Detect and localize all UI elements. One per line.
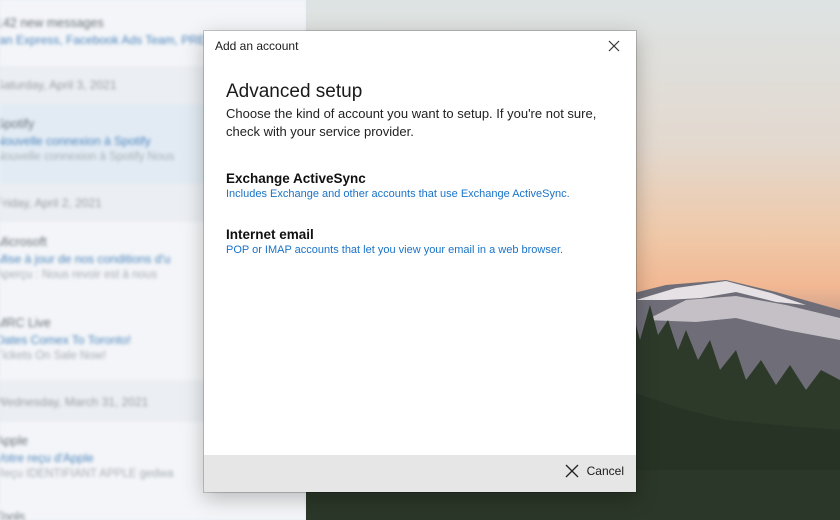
option-exchange-activesync[interactable]: Exchange ActiveSync Includes Exchange an… bbox=[226, 171, 570, 200]
mail-sender: 142 new messages bbox=[0, 16, 104, 30]
page-description: Choose the kind of account you want to s… bbox=[226, 106, 597, 139]
add-account-dialog: Add an account Advanced setup Choose the… bbox=[204, 31, 636, 492]
close-button[interactable] bbox=[602, 35, 626, 57]
date-header: Friday, April 2, 2021 bbox=[0, 196, 102, 210]
close-icon bbox=[565, 464, 579, 478]
cancel-button[interactable]: Cancel bbox=[565, 464, 624, 478]
date-header: Saturday, April 3, 2021 bbox=[0, 78, 117, 92]
option-title: Exchange ActiveSync bbox=[226, 171, 366, 186]
date-header: Wednesday, March 31, 2021 bbox=[0, 395, 149, 409]
dialog-footer: Cancel bbox=[204, 455, 636, 492]
list-item[interactable]: Tools bbox=[0, 510, 306, 520]
option-description: POP or IMAP accounts that let you view y… bbox=[226, 244, 564, 256]
close-icon bbox=[608, 40, 620, 52]
option-description: Includes Exchange and other accounts tha… bbox=[226, 188, 570, 200]
page-title: Advanced setup bbox=[226, 81, 363, 102]
cancel-label: Cancel bbox=[586, 464, 624, 478]
option-internet-email[interactable]: Internet email POP or IMAP accounts that… bbox=[226, 227, 563, 256]
dialog-title: Add an account bbox=[215, 39, 299, 53]
option-title: Internet email bbox=[226, 227, 314, 242]
mail-sender: Tools bbox=[0, 510, 26, 520]
